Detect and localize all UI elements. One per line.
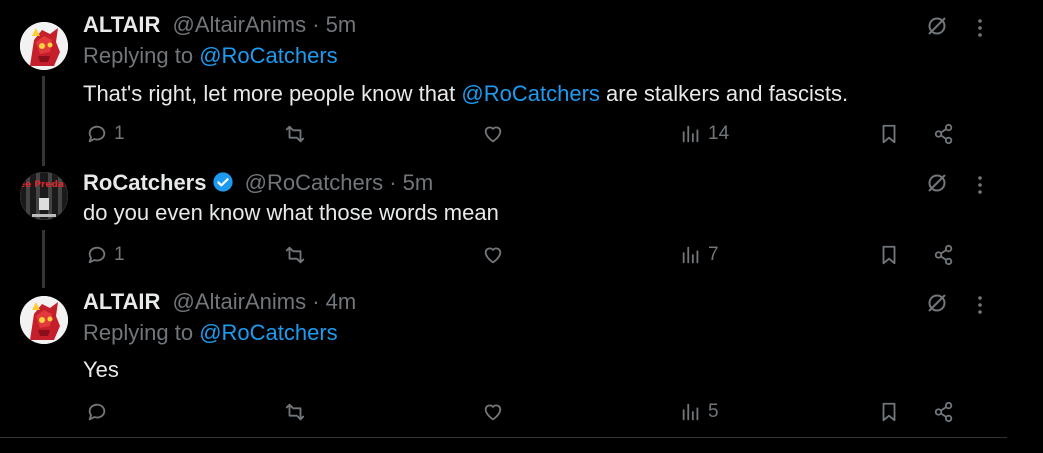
tweet[interactable]: ALTAIR @AltairAnims · 4m Replying to @Ro… <box>0 288 1007 438</box>
share-button[interactable] <box>933 397 955 427</box>
tweet[interactable]: Free Predator RoCatchers @RoCatchers · 5… <box>0 168 1007 280</box>
reply-icon <box>88 125 106 143</box>
display-name[interactable]: ALTAIR <box>83 289 160 314</box>
avatar-altair-image <box>20 296 68 344</box>
bookmark-icon <box>882 245 896 265</box>
replying-to-mention[interactable]: @RoCatchers <box>199 320 338 345</box>
display-name[interactable]: RoCatchers <box>83 170 206 195</box>
tweet-header: ALTAIR @AltairAnims · 5m <box>83 12 356 38</box>
tweet-actions: 5 <box>0 397 1007 427</box>
user-handle[interactable]: @AltairAnims <box>173 12 307 37</box>
like-button[interactable] <box>482 397 510 427</box>
separator-dot: · <box>306 289 326 314</box>
bookmark-button[interactable] <box>878 397 900 427</box>
like-button[interactable] <box>482 119 510 149</box>
view-count: 7 <box>708 244 719 265</box>
tweet-text: Yes <box>83 357 119 382</box>
verified-badge-icon <box>213 172 234 192</box>
avatar[interactable]: Free Predator <box>20 172 68 220</box>
retweet-button[interactable] <box>284 119 312 149</box>
avatar-altair-image <box>20 22 68 70</box>
mention-link[interactable]: @RoCatchers <box>461 81 600 106</box>
avatar[interactable] <box>20 296 68 344</box>
grok-icon[interactable] <box>925 14 949 38</box>
timestamp[interactable]: 5m <box>403 170 434 195</box>
tweet-actions: 1 14 <box>0 119 1007 149</box>
tweet-text-part: That's right, let more people know that <box>83 81 462 106</box>
like-icon <box>484 126 502 143</box>
share-icon <box>934 123 953 145</box>
views-button[interactable]: 14 <box>680 119 729 149</box>
bookmark-icon <box>882 124 896 144</box>
bookmark-button[interactable] <box>878 240 900 270</box>
tweet-text-part: are stalkers and fascists. <box>599 81 849 106</box>
avatar-rocatchers-image: Free Predator <box>20 172 68 220</box>
grok-icon[interactable] <box>925 171 949 195</box>
replying-to-label: Replying to <box>83 43 200 68</box>
reply-button[interactable]: 1 <box>86 240 125 270</box>
reply-icon <box>88 403 106 421</box>
views-icon <box>682 403 699 421</box>
retweet-button[interactable] <box>284 397 312 427</box>
like-button[interactable] <box>482 240 510 270</box>
grok-icon[interactable] <box>925 291 949 315</box>
more-icon[interactable] <box>970 293 990 317</box>
retweet-button[interactable] <box>284 240 312 270</box>
reply-count: 1 <box>114 123 125 144</box>
views-button[interactable]: 5 <box>680 397 719 427</box>
more-icon[interactable] <box>970 16 990 40</box>
bookmark-icon <box>882 402 896 422</box>
user-handle[interactable]: @RoCatchers <box>245 170 384 195</box>
timestamp[interactable]: 4m <box>326 289 357 314</box>
retweet-icon <box>285 246 305 264</box>
tweet-actions: 1 7 <box>0 240 1007 270</box>
share-button[interactable] <box>933 240 955 270</box>
bookmark-button[interactable] <box>878 119 900 149</box>
retweet-icon <box>285 403 305 421</box>
tweet-header: ALTAIR @AltairAnims · 4m <box>83 289 356 315</box>
more-icon[interactable] <box>970 173 990 197</box>
tweet[interactable]: ALTAIR @AltairAnims · 5m Replying to @Ro… <box>0 10 1007 160</box>
tweet-text: That's right, let more people know that … <box>83 81 848 107</box>
reply-button[interactable]: 1 <box>86 119 125 149</box>
replying-to-mention[interactable]: @RoCatchers <box>199 43 338 68</box>
display-name[interactable]: ALTAIR <box>83 12 160 37</box>
replying-to: Replying to @RoCatchers <box>83 320 338 346</box>
tweet-header: RoCatchers @RoCatchers · 5m <box>83 170 433 196</box>
views-icon <box>682 125 699 143</box>
tweet-text: do you even know what those words mean <box>83 200 499 225</box>
separator-dot: · <box>383 170 403 195</box>
view-count: 14 <box>708 123 730 144</box>
reply-icon <box>88 246 106 264</box>
separator-dot: · <box>306 12 326 37</box>
avatar-caption: Free Predator <box>20 180 68 190</box>
replying-to: Replying to @RoCatchers <box>83 43 338 69</box>
view-count: 5 <box>708 401 719 422</box>
reply-count: 1 <box>114 244 125 265</box>
like-icon <box>484 404 502 421</box>
views-icon <box>682 246 699 264</box>
views-button[interactable]: 7 <box>680 240 719 270</box>
share-icon <box>934 244 953 266</box>
timestamp[interactable]: 5m <box>326 12 357 37</box>
divider <box>0 437 1007 438</box>
like-icon <box>484 247 502 264</box>
share-icon <box>934 401 953 423</box>
replying-to-label: Replying to <box>83 320 200 345</box>
user-handle[interactable]: @AltairAnims <box>173 289 307 314</box>
reply-button[interactable] <box>86 397 114 427</box>
share-button[interactable] <box>933 119 955 149</box>
avatar[interactable] <box>20 22 68 70</box>
retweet-icon <box>285 125 305 143</box>
